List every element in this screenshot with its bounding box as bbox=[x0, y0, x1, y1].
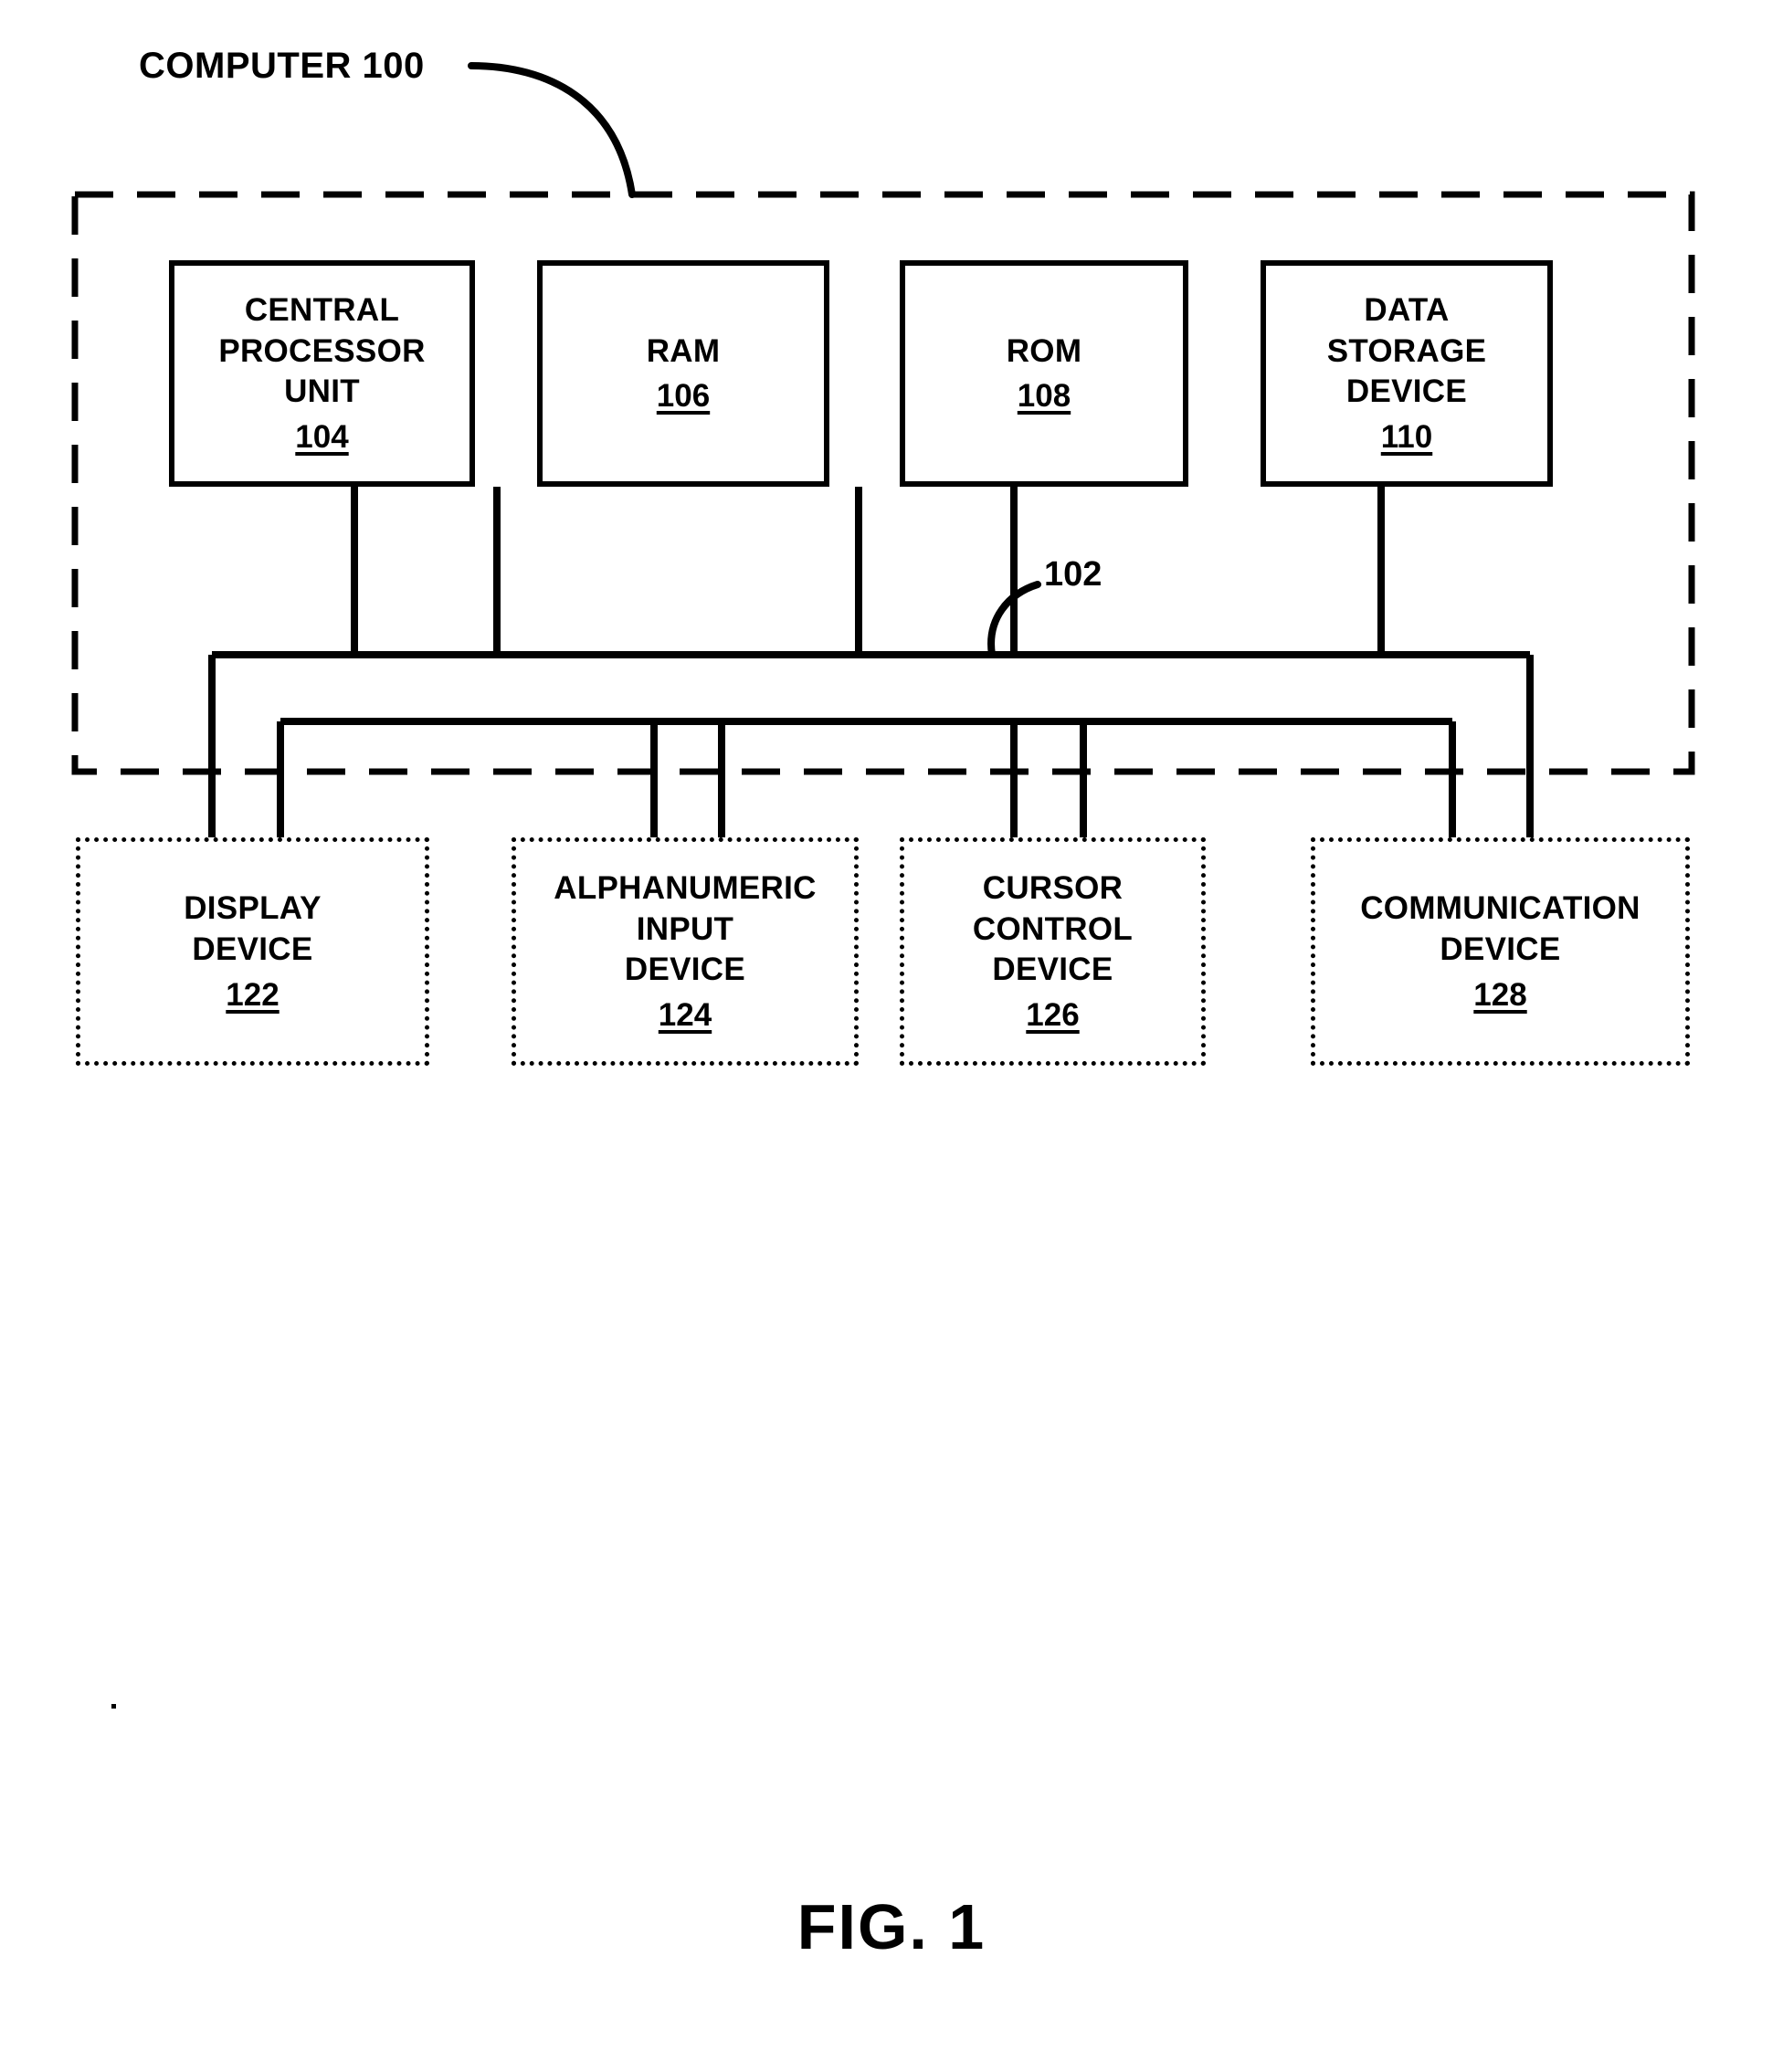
figure-caption: FIG. 1 bbox=[797, 1891, 986, 1962]
unit-display-device-title: DISPLAY DEVICE bbox=[184, 890, 322, 967]
unit-display-device-ref: 122 bbox=[226, 976, 280, 1013]
unit-central-processor-unit[interactable]: CENTRAL PROCESSOR UNIT 104 bbox=[169, 260, 475, 487]
computer-label-leader-line bbox=[468, 62, 636, 198]
unit-alphanumeric-input-device-title: ALPHANUMERIC INPUT DEVICE bbox=[554, 869, 817, 988]
scan-artifact-speck bbox=[111, 1704, 116, 1709]
unit-rom[interactable]: ROM 108 bbox=[900, 260, 1188, 487]
unit-central-processor-unit-title: CENTRAL PROCESSOR UNIT bbox=[218, 291, 426, 410]
unit-central-processor-unit-ref: 104 bbox=[295, 419, 349, 456]
bus-reference-number: 102 bbox=[1044, 555, 1103, 594]
unit-ram-ref: 106 bbox=[656, 378, 711, 415]
bus-ref-leader-line bbox=[987, 581, 1041, 658]
unit-ram-title: RAM bbox=[646, 332, 721, 369]
unit-communication-device-title: COMMUNICATION DEVICE bbox=[1360, 890, 1641, 967]
unit-data-storage-device-title: DATA STORAGE DEVICE bbox=[1326, 291, 1487, 410]
unit-rom-title: ROM bbox=[1006, 332, 1082, 369]
unit-rom-ref: 108 bbox=[1017, 378, 1071, 415]
unit-ram[interactable]: RAM 106 bbox=[537, 260, 829, 487]
unit-alphanumeric-input-device-ref: 124 bbox=[658, 997, 712, 1034]
unit-data-storage-device-ref: 110 bbox=[1380, 419, 1433, 456]
unit-cursor-control-device-title: CURSOR CONTROL DEVICE bbox=[972, 869, 1134, 988]
unit-alphanumeric-input-device[interactable]: ALPHANUMERIC INPUT DEVICE 124 bbox=[512, 837, 859, 1066]
unit-communication-device-ref: 128 bbox=[1473, 976, 1527, 1013]
patent-figure-1: COMPUTER 100 102 CENTRAL PROCESSOR UNIT … bbox=[0, 0, 1783, 2072]
unit-communication-device[interactable]: COMMUNICATION DEVICE 128 bbox=[1311, 837, 1690, 1066]
unit-data-storage-device[interactable]: DATA STORAGE DEVICE 110 bbox=[1261, 260, 1553, 487]
unit-cursor-control-device[interactable]: CURSOR CONTROL DEVICE 126 bbox=[900, 837, 1206, 1066]
computer-system-label: COMPUTER 100 bbox=[139, 46, 425, 86]
unit-cursor-control-device-ref: 126 bbox=[1026, 997, 1080, 1034]
unit-display-device[interactable]: DISPLAY DEVICE 122 bbox=[76, 837, 429, 1066]
